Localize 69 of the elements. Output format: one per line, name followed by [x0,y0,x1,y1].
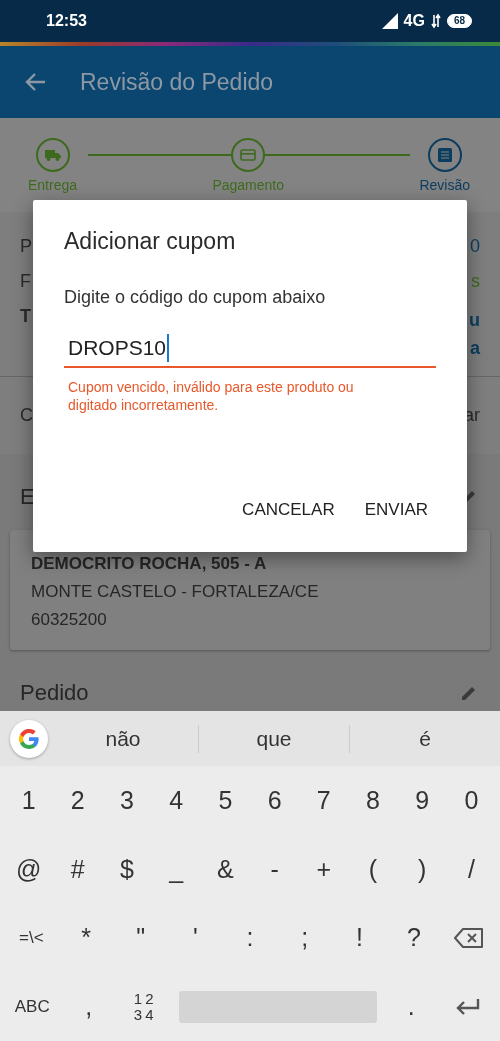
keyboard-key[interactable]: ; [277,923,333,953]
coupon-input[interactable]: DROPS10 [64,332,436,368]
keyboard-key[interactable]: * [58,923,114,953]
keyboard-key[interactable]: =\< [4,927,59,948]
keyboard-key[interactable]: / [446,854,497,884]
credit-card-icon [240,149,257,161]
step-label: Pagamento [212,177,285,193]
battery-level: 68 [446,14,472,28]
truck-icon [44,149,61,161]
summary-label: T [20,306,31,328]
keyboard-key[interactable]: 2 [53,785,103,815]
summary-label: F [20,271,31,292]
summary-value: 0 [470,236,480,257]
section-title: E [20,484,35,510]
dialog-message: Digite o código do cupom abaixo [64,287,326,308]
coupon-label: C [20,405,33,426]
summary-value: u a [469,309,480,360]
keyboard-key[interactable]: ABC [4,996,61,1017]
dialog-title: Adicionar cupom [64,228,236,255]
status-time: 12:53 [46,12,87,30]
step-label: Revisão [419,177,470,193]
keyboard-key[interactable]: , [60,992,117,1022]
summary-label: P [20,236,32,257]
keyboard-key[interactable]: 8 [348,785,398,815]
keyboard-key[interactable]: ( [348,854,398,884]
address-street: DEMOCRITO ROCHA, 505 - A [31,554,268,574]
enter-icon[interactable] [454,997,481,1016]
suggestion[interactable]: não [105,726,141,751]
keyboard-key[interactable]: ' [168,923,223,953]
suggestion[interactable]: que [256,726,292,751]
dialog-button[interactable]: ENVIAR [356,492,436,528]
keyboard-key[interactable]: : [222,923,278,953]
keyboard-key[interactable]: 7 [299,785,349,815]
keyboard-key[interactable]: + [299,854,349,884]
keyboard-key[interactable]: 3 [102,785,152,815]
address-city: MONTE CASTELO - FORTALEZA/CE [31,582,320,602]
back-arrow-icon[interactable] [24,72,46,92]
list-icon [437,148,452,162]
keyboard-key[interactable]: 6 [250,785,300,815]
keyboard-key[interactable]: 1 [4,785,54,815]
error-message: Cupom vencido, inválido para este produto ou digitado incorretamente. [68,378,355,414]
keyboard-key[interactable]: 5 [200,785,250,815]
keyboard-key[interactable]: 9 [397,785,447,815]
network-type: 4G [403,12,425,30]
keyboard-key[interactable]: _ [151,854,201,884]
google-g-icon[interactable] [10,719,48,758]
keyboard-key[interactable]: # [53,854,103,884]
address-zip: 60325200 [31,610,108,630]
step-label: Entrega [28,177,78,193]
section-title: Pedido [20,680,89,706]
signal-icon [381,13,398,29]
data-arrows-icon [430,13,441,29]
keyboard-key[interactable]: 12 34 [116,990,174,1023]
keyboard-key[interactable]: $ [102,854,152,884]
keyboard-key[interactable]: 4 [151,785,201,815]
screen-title: Revisão do Pedido [80,68,274,96]
suggestion[interactable]: é [419,726,431,751]
keyboard-key[interactable]: ) [397,854,447,884]
keyboard-key[interactable]: ? [386,923,442,953]
keyboard-key[interactable]: " [113,923,168,953]
keyboard-key[interactable]: - [250,854,300,884]
keyboard-key[interactable]: & [200,854,250,884]
dialog-button[interactable]: CANCELAR [234,492,343,528]
keyboard-key[interactable]: ! [332,923,387,953]
keyboard-key[interactable]: . [383,992,440,1022]
keyboard-key[interactable]: @ [4,854,54,884]
keyboard-key[interactable]: 0 [446,785,497,815]
summary-value: s [471,271,480,292]
backspace-icon[interactable] [453,926,484,949]
